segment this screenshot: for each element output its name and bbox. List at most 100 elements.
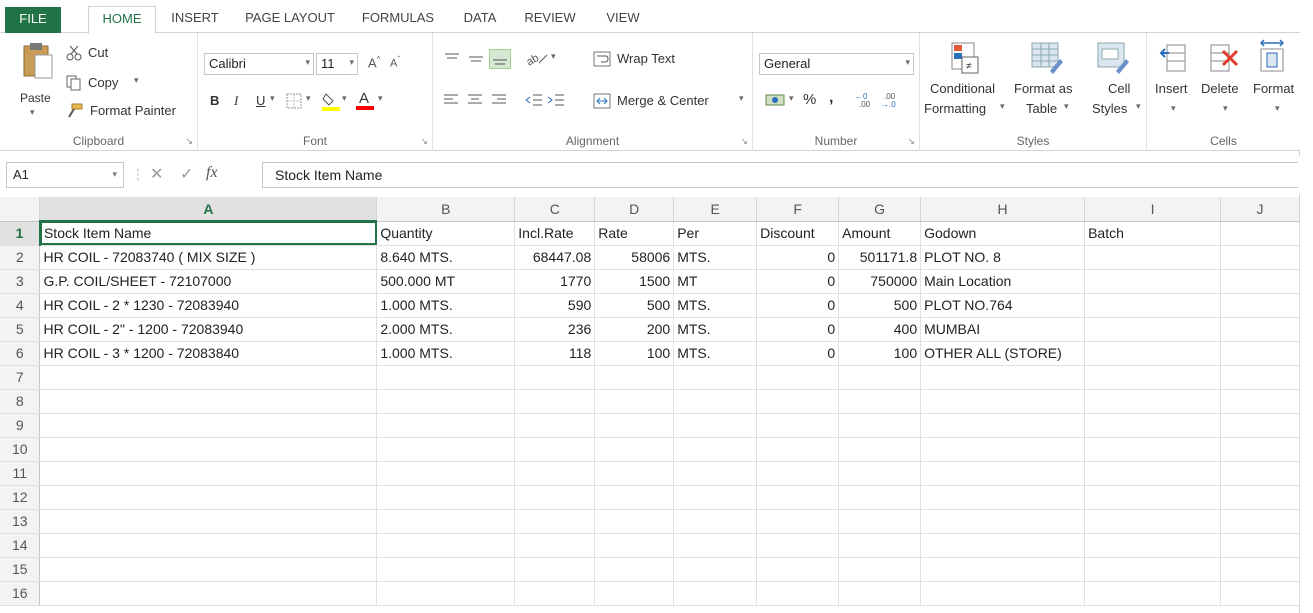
delete-cells-button[interactable]: Delete [1201,81,1239,96]
cell[interactable] [756,413,840,438]
format-table-dropdown-icon[interactable]: ▾ [1064,101,1069,112]
cell[interactable] [39,389,378,414]
row-header[interactable]: 6 [0,341,41,366]
column-header[interactable]: J [1220,197,1300,222]
cell[interactable]: 2.000 MTS. [376,317,516,342]
cell[interactable]: MUMBAI [920,317,1086,342]
cell[interactable] [838,581,922,606]
font-color-icon[interactable]: A [356,89,374,116]
cell[interactable]: 0 [756,245,840,270]
align-bottom-icon[interactable] [489,49,511,69]
column-header[interactable]: D [594,197,675,222]
paste-icon[interactable] [22,41,54,86]
cell[interactable]: 1.000 MTS. [376,293,516,318]
column-header[interactable]: C [514,197,596,222]
cell[interactable] [920,509,1086,534]
format-cells-button[interactable]: Format [1253,81,1294,96]
cell-styles-dropdown-icon[interactable]: ▾ [1136,101,1141,112]
font-color-dropdown-icon[interactable]: ▾ [378,93,383,104]
cell[interactable] [1084,269,1221,294]
cell[interactable] [39,533,378,558]
increase-decimal-icon[interactable]: ←0.00 [855,91,877,114]
cell[interactable]: 750000 [838,269,922,294]
fill-color-icon[interactable] [322,91,340,116]
conditional-formatting-button[interactable]: Conditional [930,81,995,96]
column-header[interactable]: A [39,197,378,222]
cell[interactable] [1084,437,1221,462]
number-launcher-icon[interactable]: ↘ [907,136,915,147]
paste-dropdown-icon[interactable]: ▾ [30,107,35,118]
cell[interactable]: 590 [514,293,596,318]
cell[interactable] [594,485,675,510]
cell[interactable] [673,461,758,486]
cancel-icon[interactable]: ✕ [150,164,163,184]
cell[interactable] [514,485,596,510]
enter-icon[interactable]: ✓ [180,164,193,184]
row-header[interactable]: 7 [0,365,41,390]
cell[interactable]: 1.000 MTS. [376,341,516,366]
cell[interactable] [1220,245,1300,270]
cell[interactable] [39,365,378,390]
cell[interactable] [1220,269,1300,294]
cell[interactable]: 8.640 MTS. [376,245,516,270]
increase-indent-icon[interactable] [547,93,565,112]
cell[interactable] [594,365,675,390]
cell[interactable]: PLOT NO.764 [920,293,1086,318]
borders-icon[interactable] [286,93,302,114]
cell[interactable] [1220,365,1300,390]
column-header[interactable]: H [920,197,1086,222]
cell[interactable] [1220,341,1300,366]
cell[interactable]: HR COIL - 72083740 ( MIX SIZE ) [39,245,378,270]
cell[interactable]: MTS. [673,317,758,342]
cell[interactable]: MTS. [673,341,758,366]
number-format-field[interactable]: General ▾ [759,53,914,75]
cell[interactable] [838,461,922,486]
orientation-dropdown-icon[interactable]: ▾ [551,51,556,62]
bold-button[interactable]: B [210,93,219,108]
cell[interactable]: 1500 [594,269,675,294]
cell[interactable] [838,365,922,390]
cell[interactable] [673,557,758,582]
decrease-font-icon[interactable]: Aˇ [390,55,400,70]
cell[interactable] [594,461,675,486]
comma-style-button[interactable]: , [829,89,833,107]
row-header[interactable]: 13 [0,509,41,534]
cell[interactable]: HR COIL - 3 * 1200 - 72083840 [39,341,378,366]
cell[interactable]: PLOT NO. 8 [920,245,1086,270]
cell[interactable] [756,557,840,582]
cell[interactable]: HR COIL - 2 * 1230 - 72083940 [39,293,378,318]
cell[interactable] [39,413,378,438]
cell[interactable] [838,509,922,534]
cell[interactable] [39,461,378,486]
cell[interactable] [514,533,596,558]
row-header[interactable]: 2 [0,245,41,270]
decrease-indent-icon[interactable] [525,93,543,112]
cell[interactable] [756,533,840,558]
decrease-decimal-icon[interactable]: .00 →.0 [881,91,903,114]
name-box[interactable]: A1 ▾ [6,162,124,188]
cell[interactable]: Main Location [920,269,1086,294]
italic-button[interactable]: I [234,93,238,109]
cell[interactable] [376,389,516,414]
cell[interactable] [514,437,596,462]
cell[interactable] [673,437,758,462]
cell[interactable] [1084,389,1221,414]
cell[interactable] [376,485,516,510]
merge-center-button[interactable]: Merge & Center [617,93,709,108]
tab-file[interactable]: FILE [5,7,61,33]
alignment-launcher-icon[interactable]: ↘ [740,136,748,147]
cell[interactable] [1084,581,1221,606]
insert-dropdown-icon[interactable]: ▾ [1171,103,1176,114]
align-right-icon[interactable] [491,93,507,112]
cell[interactable] [673,365,758,390]
cell[interactable] [673,509,758,534]
format-as-table-button[interactable]: Format as [1014,81,1073,96]
cell[interactable] [838,533,922,558]
row-header[interactable]: 3 [0,269,41,294]
tab-data[interactable]: DATA [455,6,505,34]
clipboard-launcher-icon[interactable]: ↘ [185,136,193,147]
cell[interactable] [920,389,1086,414]
cell[interactable] [376,533,516,558]
tab-formulas[interactable]: FORMULAS [353,6,443,34]
row-header[interactable]: 1 [0,221,41,246]
